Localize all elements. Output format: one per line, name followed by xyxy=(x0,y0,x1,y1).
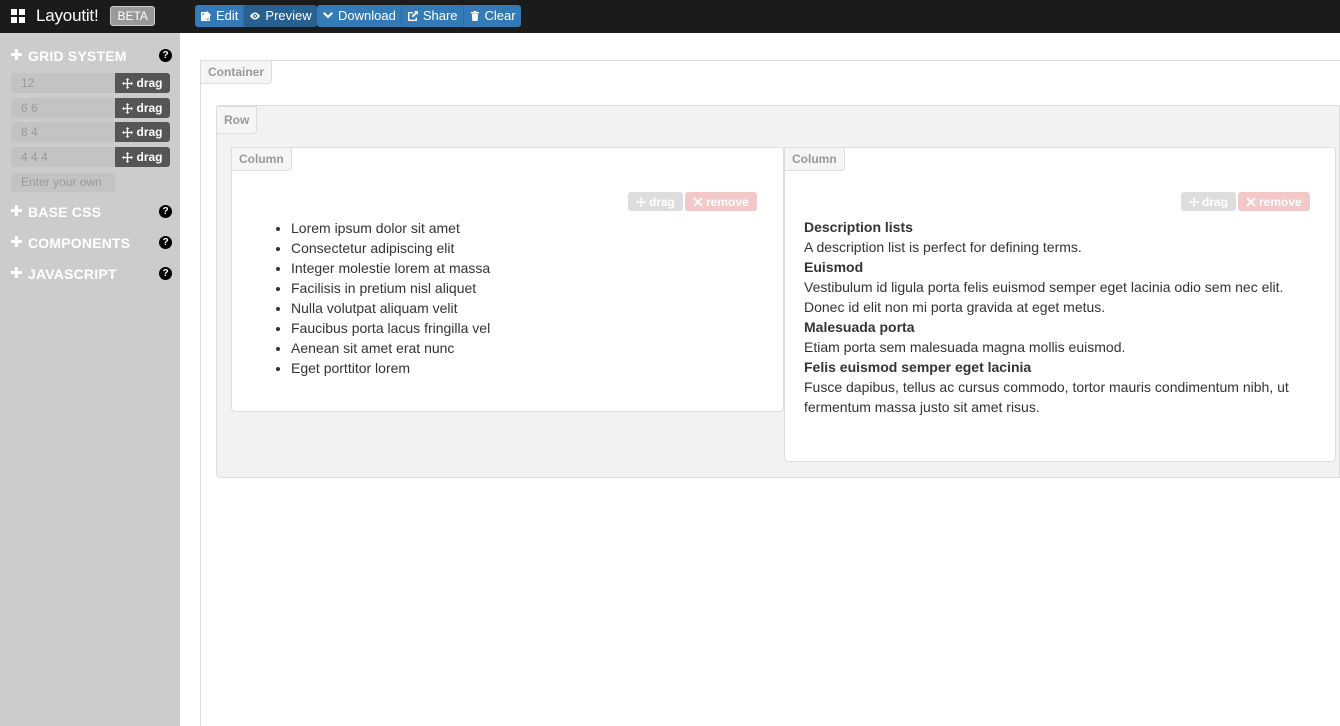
grid-row-4-4-4: 4 4 4 drag xyxy=(11,147,170,167)
drag-label: drag xyxy=(1202,194,1229,209)
components-header[interactable]: ✚ COMPONENTS ? xyxy=(10,234,172,252)
move-icon xyxy=(122,151,134,163)
sidebar: ✚ GRID SYSTEM ? 12 drag 6 6 drag 8 4 dra… xyxy=(0,33,180,726)
move-icon xyxy=(122,126,134,138)
column-drag-button[interactable]: drag xyxy=(628,192,684,211)
base-css-title: BASE CSS xyxy=(28,204,102,220)
brand[interactable]: Layoutit! BETA xyxy=(11,5,155,27)
clear-label: Clear xyxy=(484,8,516,23)
drag-handle[interactable]: drag xyxy=(115,147,170,167)
drag-handle[interactable]: drag xyxy=(115,122,170,142)
column-remove-button[interactable]: remove xyxy=(685,192,757,211)
mode-button-group: Edit Preview xyxy=(195,5,317,27)
dl-description: Etiam porta sem malesuada magna mollis e… xyxy=(804,339,1126,355)
list-item: Aenean sit amet erat nunc xyxy=(291,338,490,358)
edit-button[interactable]: Edit xyxy=(195,5,245,27)
preview-label: Preview xyxy=(265,8,312,23)
row-label[interactable]: Row xyxy=(216,106,258,134)
drag-handle[interactable]: drag xyxy=(115,98,170,118)
plus-icon: ✚ xyxy=(10,47,23,64)
javascript-header[interactable]: ✚ JAVASCRIPT ? xyxy=(10,265,172,283)
drag-label: drag xyxy=(136,76,163,90)
plus-icon: ✚ xyxy=(10,203,23,220)
column-drag-button[interactable]: drag xyxy=(1181,192,1237,211)
edit-icon xyxy=(201,11,211,21)
drag-label: drag xyxy=(136,101,163,115)
top-navbar: Layoutit! BETA Edit Preview Download Sha… xyxy=(0,0,1340,33)
grid-system-header[interactable]: ✚ GRID SYSTEM ? xyxy=(10,47,172,65)
chevron-down-icon xyxy=(323,12,333,19)
description-list: Description lists A description list is … xyxy=(804,217,1324,417)
dl-term: Felis euismod semper eget lacinia xyxy=(804,359,1032,375)
list-item: Faucibus porta lacus fringilla vel xyxy=(291,318,490,338)
plus-icon: ✚ xyxy=(10,265,23,282)
share-icon xyxy=(407,11,418,21)
list-item: Nulla volutpat aliquam velit xyxy=(291,298,490,318)
trash-icon xyxy=(470,11,479,21)
edit-label: Edit xyxy=(216,8,239,23)
dl-description: Vestibulum id ligula porta felis euismod… xyxy=(804,279,1284,315)
drag-label: drag xyxy=(649,194,676,209)
components-title: COMPONENTS xyxy=(28,235,131,251)
list-item: Integer molestie lorem at massa xyxy=(291,258,490,278)
base-css-header[interactable]: ✚ BASE CSS ? xyxy=(10,203,172,221)
list-item: Consectetur adipiscing elit xyxy=(291,238,490,258)
grid-logo-icon xyxy=(11,9,25,23)
dl-term: Malesuada porta xyxy=(804,319,915,335)
help-icon[interactable]: ? xyxy=(159,49,172,62)
dl-description: Fusce dapibus, tellus ac cursus commodo,… xyxy=(804,379,1289,415)
grid-row-8-4: 8 4 drag xyxy=(11,122,170,142)
dl-description: A description list is perfect for defini… xyxy=(804,239,1082,255)
column-controls: drag remove xyxy=(628,192,757,211)
grid-system-title: GRID SYSTEM xyxy=(28,48,127,64)
list-item: Facilisis in pretium nisl aliquet xyxy=(291,278,490,298)
bullet-list: Lorem ipsum dolor sit amet Consectetur a… xyxy=(291,218,490,378)
grid-size-input[interactable]: 12 xyxy=(11,73,115,93)
preview-button[interactable]: Preview xyxy=(244,5,317,27)
grid-row-6-6: 6 6 drag xyxy=(11,98,170,118)
column-label[interactable]: Column xyxy=(784,147,845,171)
share-button[interactable]: Share xyxy=(401,5,464,27)
custom-grid-input[interactable]: Enter your own xyxy=(11,173,115,192)
download-button[interactable]: Download xyxy=(317,5,402,27)
drag-handle[interactable]: drag xyxy=(115,73,170,93)
grid-size-input[interactable]: 8 4 xyxy=(11,122,115,142)
share-label: Share xyxy=(422,8,458,23)
drag-label: drag xyxy=(136,150,163,164)
move-icon xyxy=(636,196,646,207)
download-label: Download xyxy=(338,8,396,23)
list-item: Lorem ipsum dolor sit amet xyxy=(291,218,490,238)
dl-term: Euismod xyxy=(804,259,864,275)
column-label[interactable]: Column xyxy=(231,147,292,171)
column-remove-button[interactable]: remove xyxy=(1238,192,1310,211)
container-label[interactable]: Container xyxy=(200,60,273,84)
javascript-title: JAVASCRIPT xyxy=(28,266,117,282)
grid-size-input[interactable]: 4 4 4 xyxy=(11,147,115,167)
move-icon xyxy=(122,102,134,114)
plus-icon: ✚ xyxy=(10,234,23,251)
remove-label: remove xyxy=(1259,194,1302,209)
help-icon[interactable]: ? xyxy=(159,236,172,249)
beta-badge: BETA xyxy=(110,6,155,26)
grid-size-input[interactable]: 6 6 xyxy=(11,98,115,118)
help-icon[interactable]: ? xyxy=(159,205,172,218)
move-icon xyxy=(122,77,134,89)
close-icon xyxy=(1246,196,1256,207)
dl-term: Description lists xyxy=(804,219,913,235)
eye-icon xyxy=(250,12,261,20)
brand-title: Layoutit! xyxy=(36,6,99,25)
action-button-group: Download Share Clear xyxy=(317,5,521,27)
grid-row-12: 12 drag xyxy=(11,73,170,93)
help-icon[interactable]: ? xyxy=(159,267,172,280)
move-icon xyxy=(1189,196,1199,207)
drag-label: drag xyxy=(136,125,163,139)
column-controls: drag remove xyxy=(1181,192,1310,211)
clear-button[interactable]: Clear xyxy=(463,5,521,27)
close-icon xyxy=(693,196,703,207)
list-item: Eget porttitor lorem xyxy=(291,358,490,378)
remove-label: remove xyxy=(706,194,749,209)
